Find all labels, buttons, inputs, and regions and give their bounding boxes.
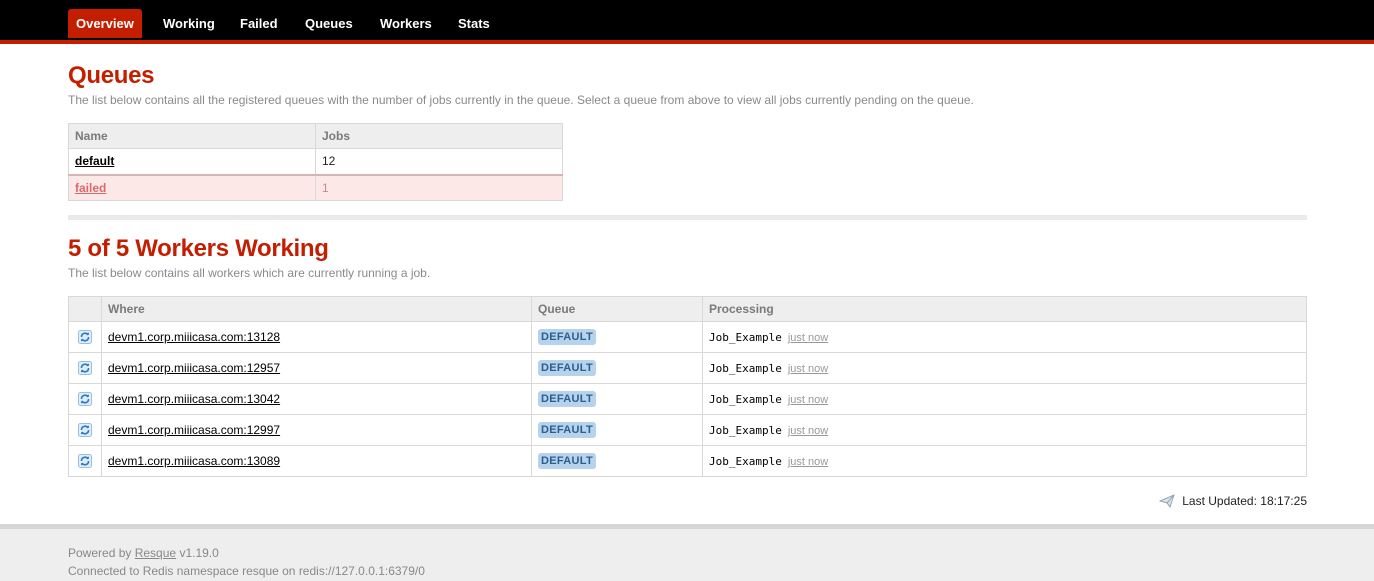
queue-name-cell: default	[68, 148, 316, 175]
worker-icon-cell	[68, 321, 102, 353]
worker-processing-cell: Job_Example just now	[702, 414, 1307, 446]
queues-table: Name Jobs default 12 failed 1	[68, 123, 563, 201]
last-updated-time: 18:17:25	[1260, 494, 1307, 508]
section-divider	[68, 215, 1307, 220]
queues-title: Queues	[68, 62, 155, 89]
job-time-link[interactable]: just now	[788, 363, 828, 375]
queue-badge[interactable]: DEFAULT	[538, 329, 597, 345]
worker-icon-cell	[68, 414, 102, 446]
queue-badge[interactable]: DEFAULT	[538, 422, 597, 438]
footer: Powered by Resque v1.19.0 Connected to R…	[0, 524, 1374, 581]
powered-by-prefix: Powered by	[68, 546, 132, 560]
worker-queue-cell: DEFAULT	[531, 445, 703, 477]
top-nav-bar: Overview Working Failed Queues Workers S…	[0, 0, 1374, 44]
tab-failed[interactable]: Failed	[232, 9, 286, 38]
worker-icon-cell	[68, 383, 102, 415]
worker-icon-cell	[68, 445, 102, 477]
worker-where-cell: devm1.corp.miiicasa.com:13128	[101, 321, 532, 353]
job-time-link[interactable]: just now	[788, 425, 828, 437]
table-row: default 12	[68, 148, 563, 175]
worker-icon-cell	[68, 352, 102, 384]
queue-badge[interactable]: DEFAULT	[538, 360, 597, 376]
powered-by-line: Powered by Resque v1.19.0	[68, 546, 219, 560]
tab-workers[interactable]: Workers	[372, 9, 440, 38]
queue-link-default[interactable]: default	[75, 154, 114, 168]
table-row: devm1.corp.miiicasa.com:13128 DEFAULT Job_…	[68, 321, 1307, 353]
job-class: Job_Example	[709, 424, 782, 437]
version-text: v1.19.0	[179, 546, 219, 560]
worker-queue-cell: DEFAULT	[531, 414, 703, 446]
refresh-icon	[78, 330, 92, 345]
table-row: devm1.corp.miiicasa.com:12957 DEFAULT Job_…	[68, 352, 1307, 384]
job-time-link[interactable]: just now	[788, 456, 828, 468]
worker-where-cell: devm1.corp.miiicasa.com:12997	[101, 414, 532, 446]
workers-description: The list below contains all workers whic…	[68, 266, 431, 280]
refresh-icon	[78, 423, 92, 438]
worker-where-cell: devm1.corp.miiicasa.com:13089	[101, 445, 532, 477]
worker-queue-cell: DEFAULT	[531, 352, 703, 384]
worker-link[interactable]: devm1.corp.miiicasa.com:12957	[108, 361, 280, 375]
worker-where-cell: devm1.corp.miiicasa.com:13042	[101, 383, 532, 415]
tab-queues[interactable]: Queues	[297, 9, 361, 38]
queues-table-header: Name Jobs	[68, 123, 563, 149]
resque-link[interactable]: Resque	[135, 546, 176, 560]
table-row: devm1.corp.miiicasa.com:13089 DEFAULT Job_…	[68, 445, 1307, 477]
worker-processing-cell: Job_Example just now	[702, 321, 1307, 353]
job-class: Job_Example	[709, 393, 782, 406]
queue-badge[interactable]: DEFAULT	[538, 453, 597, 469]
refresh-icon	[78, 454, 92, 469]
worker-queue-cell: DEFAULT	[531, 321, 703, 353]
worker-link[interactable]: devm1.corp.miiicasa.com:12997	[108, 423, 280, 437]
column-header-where: Where	[101, 296, 532, 322]
refresh-icon	[78, 392, 92, 407]
job-class: Job_Example	[709, 362, 782, 375]
queue-job-count: 12	[315, 148, 563, 175]
workers-table-header: Where Queue Processing	[68, 296, 1307, 322]
queue-name-cell: failed	[68, 173, 316, 201]
tab-stats[interactable]: Stats	[450, 9, 498, 38]
tab-working[interactable]: Working	[155, 9, 223, 38]
worker-queue-cell: DEFAULT	[531, 383, 703, 415]
last-updated-label: Last Updated:	[1182, 494, 1257, 508]
column-header-name: Name	[68, 123, 316, 149]
job-class: Job_Example	[709, 455, 782, 468]
worker-rows: devm1.corp.miiicasa.com:13128 DEFAULT Job_…	[68, 321, 1307, 477]
table-row: devm1.corp.miiicasa.com:13042 DEFAULT Job_…	[68, 383, 1307, 415]
column-header-queue: Queue	[531, 296, 703, 322]
worker-processing-cell: Job_Example just now	[702, 445, 1307, 477]
job-class: Job_Example	[709, 331, 782, 344]
refresh-icon	[78, 361, 92, 376]
queues-description: The list below contains all the register…	[68, 93, 974, 107]
workers-table: Where Queue Processing devm1.corp.miiica…	[68, 296, 1307, 477]
worker-link[interactable]: devm1.corp.miiicasa.com:13042	[108, 392, 280, 406]
last-updated: Last Updated: 18:17:25	[1159, 494, 1307, 508]
job-time-link[interactable]: just now	[788, 332, 828, 344]
column-header-icon	[68, 296, 102, 322]
table-row: devm1.corp.miiicasa.com:12997 DEFAULT Job_…	[68, 414, 1307, 446]
workers-title: 5 of 5 Workers Working	[68, 235, 329, 262]
connection-info: Connected to Redis namespace resque on r…	[68, 564, 425, 578]
table-row: failed 1	[68, 173, 563, 201]
queue-badge[interactable]: DEFAULT	[538, 391, 597, 407]
column-header-processing: Processing	[702, 296, 1307, 322]
job-time-link[interactable]: just now	[788, 394, 828, 406]
queue-link-failed[interactable]: failed	[75, 181, 106, 195]
column-header-jobs: Jobs	[315, 123, 563, 149]
worker-where-cell: devm1.corp.miiicasa.com:12957	[101, 352, 532, 384]
tab-overview[interactable]: Overview	[68, 9, 142, 38]
worker-link[interactable]: devm1.corp.miiicasa.com:13089	[108, 454, 280, 468]
paper-plane-icon	[1159, 494, 1175, 508]
queue-job-count: 1	[315, 173, 563, 201]
worker-processing-cell: Job_Example just now	[702, 383, 1307, 415]
worker-link[interactable]: devm1.corp.miiicasa.com:13128	[108, 330, 280, 344]
worker-processing-cell: Job_Example just now	[702, 352, 1307, 384]
